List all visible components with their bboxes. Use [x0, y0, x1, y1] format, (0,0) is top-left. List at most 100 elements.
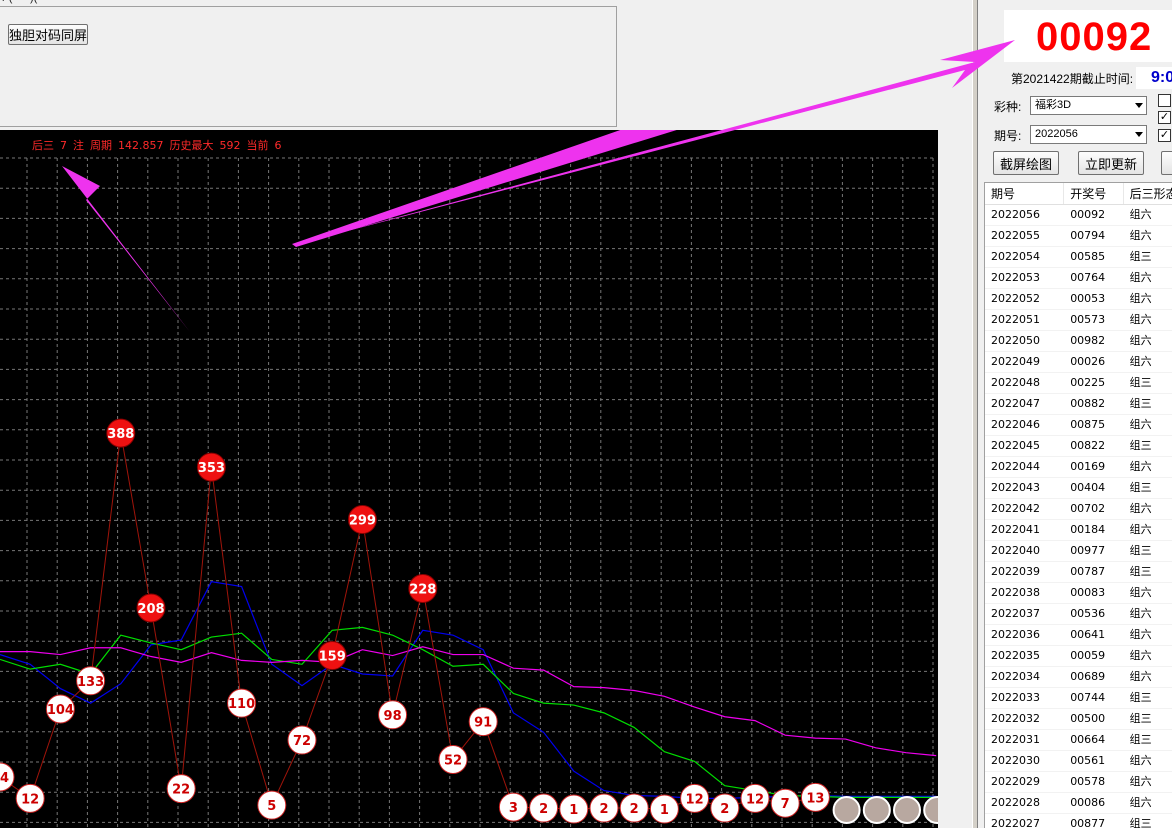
- cell-form: 组六: [1129, 754, 1152, 767]
- table-row[interactable]: 2022044 00169 组六: [985, 457, 1172, 478]
- table-row[interactable]: 2022032 00500 组三: [985, 709, 1172, 730]
- table-row[interactable]: 2022034 00689 组六: [985, 667, 1172, 688]
- chart-position-label: 后三: [32, 139, 54, 152]
- cell-number: 00169: [1070, 460, 1106, 473]
- deadline-label: 第2021422期截止时间:: [1011, 72, 1134, 86]
- cell-form: 组六: [1129, 502, 1152, 515]
- tab-fragment[interactable]: r (: [2, 0, 12, 4]
- table-row[interactable]: 2022031 00664 组三: [985, 730, 1172, 751]
- table-row[interactable]: 2022053 00764 组六: [985, 268, 1172, 289]
- right-panel: 00092 第2021422期截止时间: 9:0 彩种: 福彩3D 期号: 20…: [978, 0, 1172, 828]
- omission-ball-label: 91: [474, 716, 492, 731]
- cell-number: 00641: [1070, 628, 1106, 641]
- omission-point: 22: [166, 774, 196, 804]
- cell-form: 组三: [1129, 712, 1152, 725]
- cell-form: 组六: [1129, 355, 1152, 368]
- top-panel: r ( )( 独胆对码同屏: [0, 0, 972, 130]
- omission-ball-label: 159: [319, 650, 346, 665]
- chart-bet-unit: 注: [73, 139, 84, 152]
- table-row[interactable]: 2022056 00092 组六: [985, 205, 1172, 226]
- table-row[interactable]: 2022045 00822 组三: [985, 436, 1172, 457]
- table-row[interactable]: 2022054 00585 组三: [985, 247, 1172, 268]
- future-ball-2: [862, 796, 891, 824]
- chart-header: 后三 7 注周期 142.857 历史最大 592 当前 6: [32, 137, 288, 153]
- table-row[interactable]: 2022030 00561 组六: [985, 751, 1172, 772]
- cell-period: 2022028: [991, 796, 1040, 809]
- table-row[interactable]: 2022038 00083 组六: [985, 583, 1172, 604]
- table-row[interactable]: 2022027 00877 组三: [985, 814, 1172, 828]
- table-row[interactable]: 2022049 00026 组六: [985, 352, 1172, 373]
- tab-fragment[interactable]: )(: [30, 0, 37, 4]
- cell-form: 组六: [1129, 775, 1152, 788]
- table-row[interactable]: 2022043 00404 组三: [985, 478, 1172, 499]
- cell-form: 组六: [1129, 208, 1152, 221]
- table-row[interactable]: 2022028 00086 组六: [985, 793, 1172, 814]
- cell-number: 00026: [1070, 355, 1106, 368]
- refresh-now-button[interactable]: 立即更新: [1078, 151, 1144, 175]
- omission-ball-label: 1: [569, 803, 578, 818]
- omission-ball-label: 2: [599, 802, 608, 817]
- table-row[interactable]: 2022042 00702 组六: [985, 499, 1172, 520]
- same-screen-button[interactable]: 独胆对码同屏: [8, 24, 88, 45]
- cell-number: 00561: [1070, 754, 1106, 767]
- option-checkbox-2[interactable]: ✓: [1158, 111, 1171, 124]
- omission-ball-label: 12: [686, 792, 704, 807]
- chart-side-gap: [938, 130, 972, 828]
- column-header-form[interactable]: 后三形态: [1124, 183, 1172, 204]
- screenshot-draw-button[interactable]: 截屏绘图: [993, 151, 1059, 175]
- cell-form: 组六: [1129, 229, 1152, 242]
- table-row[interactable]: 2022036 00641 组六: [985, 625, 1172, 646]
- table-row[interactable]: 2022033 00744 组三: [985, 688, 1172, 709]
- cell-period: 2022048: [991, 376, 1040, 389]
- cell-number: 00977: [1070, 544, 1106, 557]
- omission-point: 110: [227, 688, 257, 718]
- table-row[interactable]: 2022047 00882 组三: [985, 394, 1172, 415]
- cell-period: 2022039: [991, 565, 1040, 578]
- table-row[interactable]: 2022048 00225 组三: [985, 373, 1172, 394]
- table-row[interactable]: 2022040 00977 组三: [985, 541, 1172, 562]
- cell-period: 2022037: [991, 607, 1040, 620]
- table-row[interactable]: 2022035 00059 组六: [985, 646, 1172, 667]
- extra-button[interactable]: [1161, 151, 1172, 175]
- table-row[interactable]: 2022050 00982 组六: [985, 331, 1172, 352]
- omission-point: 34: [0, 762, 15, 792]
- omission-ball-label: 133: [77, 675, 104, 690]
- cell-form: 组六: [1129, 334, 1152, 347]
- cell-number: 00092: [1070, 208, 1106, 221]
- omission-ball-label: 3: [509, 801, 518, 816]
- cell-number: 00500: [1070, 712, 1106, 725]
- omission-point: 2: [710, 793, 740, 823]
- omission-ball-label: 388: [107, 427, 134, 442]
- cell-number: 00585: [1070, 250, 1106, 263]
- option-checkbox-1[interactable]: [1158, 94, 1171, 107]
- period-select[interactable]: 2022056: [1030, 125, 1147, 144]
- omission-point: 13: [800, 782, 830, 812]
- table-row[interactable]: 2022041 00184 组六: [985, 520, 1172, 541]
- cell-form: 组六: [1129, 649, 1152, 662]
- cell-period: 2022041: [991, 523, 1040, 536]
- cell-period: 2022054: [991, 250, 1040, 263]
- chart-current-label: 当前: [246, 139, 269, 152]
- lottery-type-select[interactable]: 福彩3D: [1030, 96, 1147, 115]
- table-row[interactable]: 2022055 00794 组六: [985, 226, 1172, 247]
- column-header-period[interactable]: 期号: [985, 183, 1065, 204]
- cell-period: 2022047: [991, 397, 1040, 410]
- winning-number-display: 00092: [1004, 10, 1172, 62]
- table-row[interactable]: 2022039 00787 组三: [985, 562, 1172, 583]
- table-row[interactable]: 2022046 00875 组六: [985, 415, 1172, 436]
- omission-point: 104: [45, 694, 75, 724]
- table-row[interactable]: 2022051 00573 组六: [985, 310, 1172, 331]
- cell-form: 组三: [1129, 565, 1152, 578]
- cell-period: 2022032: [991, 712, 1040, 725]
- table-row[interactable]: 2022052 00053 组六: [985, 289, 1172, 310]
- omission-point: 228: [408, 574, 438, 604]
- table-row[interactable]: 2022037 00536 组六: [985, 604, 1172, 625]
- omission-point: 72: [287, 725, 317, 755]
- option-checkbox-3[interactable]: ✓: [1158, 129, 1171, 142]
- cell-period: 2022055: [991, 229, 1040, 242]
- omission-ball-label: 2: [720, 802, 729, 817]
- cell-number: 00764: [1070, 271, 1106, 284]
- table-row[interactable]: 2022029 00578 组六: [985, 772, 1172, 793]
- omission-ball-label: 299: [349, 514, 376, 529]
- column-header-number[interactable]: 开奖号: [1064, 183, 1124, 204]
